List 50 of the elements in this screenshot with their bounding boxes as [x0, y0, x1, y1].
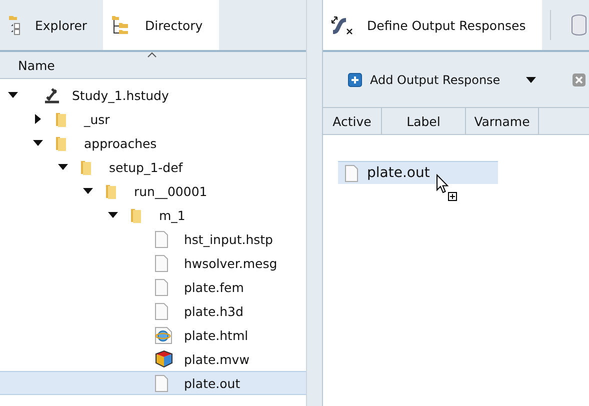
expanded-caret-icon[interactable]	[33, 140, 43, 146]
file-icon	[155, 230, 168, 248]
tree-row[interactable]: plate.html	[0, 323, 306, 347]
tree-row[interactable]: hst_input.hstp	[0, 227, 306, 251]
tree-row[interactable]: plate.out	[0, 371, 306, 395]
file-icon	[155, 302, 168, 320]
delete-icon[interactable]	[572, 72, 586, 86]
cursor-icon	[436, 174, 449, 194]
tree-row[interactable]: plate.h3d	[0, 299, 306, 323]
tab[interactable]: Explorer	[0, 0, 104, 50]
tab[interactable]	[550, 10, 587, 40]
file-icon	[155, 254, 168, 272]
file-icon	[345, 164, 358, 182]
dropdown-caret-icon[interactable]	[526, 76, 536, 82]
tree-row[interactable]: setup_1-def	[0, 155, 306, 179]
tab[interactable]: Directory	[103, 0, 219, 50]
expanded-caret-icon[interactable]	[108, 212, 118, 218]
expanded-caret-icon[interactable]	[83, 188, 93, 194]
column-header[interactable]: Label	[382, 108, 466, 134]
tree-row[interactable]: Study_1.hstudy	[0, 83, 306, 107]
file-icon	[155, 278, 168, 296]
tree-row[interactable]: plate.mvw	[0, 347, 306, 371]
folder-icon	[105, 182, 117, 200]
globe-file-icon	[155, 326, 172, 344]
expanded-caret-icon[interactable]	[8, 92, 18, 98]
sort-caret-icon	[147, 52, 157, 58]
curve-icon	[331, 15, 353, 35]
tab[interactable]: Define Output Responses	[323, 0, 542, 50]
plus-box-icon	[448, 192, 457, 201]
tree-row[interactable]: _usr	[0, 107, 306, 131]
explorer-icon	[8, 15, 21, 35]
drag-item: plate.out	[338, 161, 498, 184]
tree-row[interactable]: hwsolver.mesg	[0, 251, 306, 275]
cube-icon	[155, 350, 173, 368]
folder-icon	[80, 158, 92, 176]
folder-icon	[55, 134, 67, 152]
collapsed-caret-icon[interactable]	[35, 114, 41, 124]
expanded-caret-icon[interactable]	[58, 164, 68, 170]
tree-row[interactable]: m_1	[0, 203, 306, 227]
file-icon	[155, 374, 168, 392]
tree-row[interactable]: plate.fem	[0, 275, 306, 299]
add-output-response-button[interactable]: Add Output Response	[344, 70, 504, 88]
column-header[interactable]: Name	[18, 58, 55, 72]
folder-icon	[55, 110, 67, 128]
column-header[interactable]: Varname	[466, 108, 539, 134]
column-header[interactable]: Active	[323, 108, 382, 134]
folder-icon	[130, 206, 142, 224]
tree-row[interactable]: approaches	[0, 131, 306, 155]
plus-icon	[348, 72, 362, 86]
tree-row[interactable]: run__00001	[0, 179, 306, 203]
